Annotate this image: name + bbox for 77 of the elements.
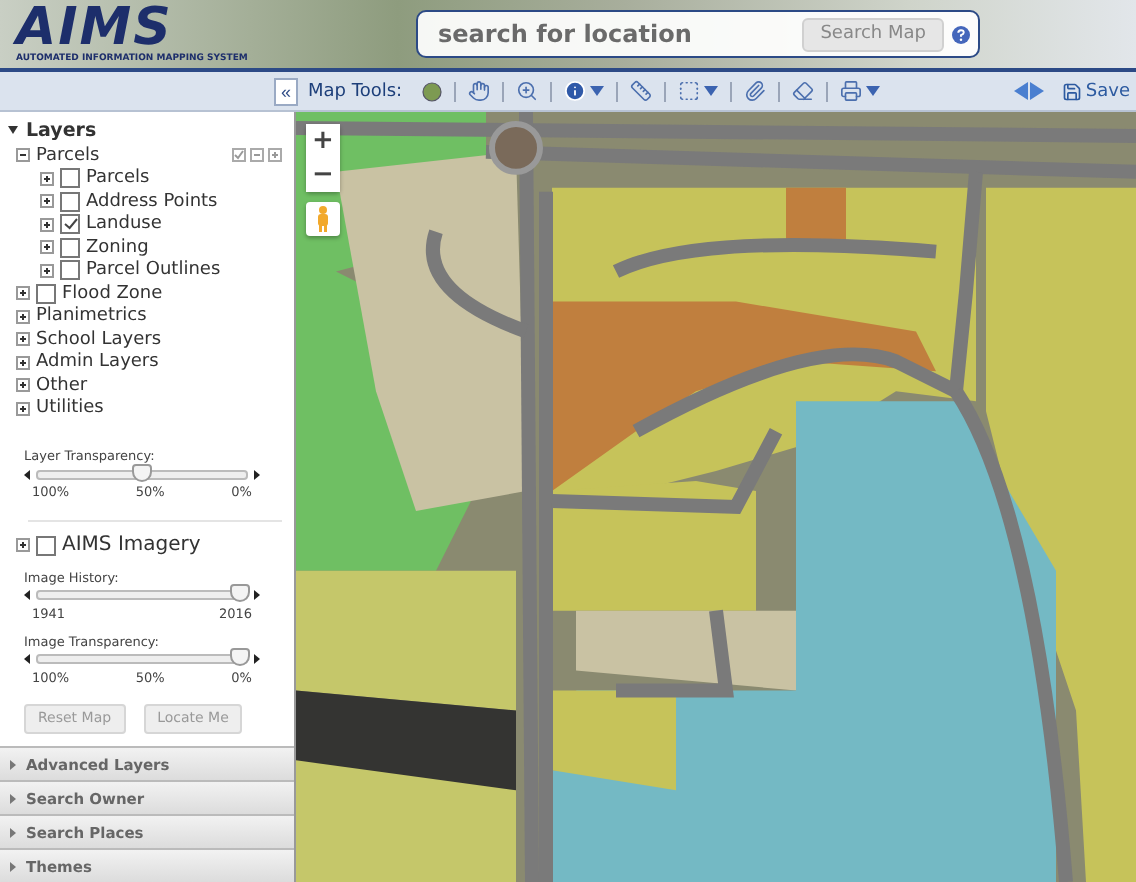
erase-button[interactable]	[792, 80, 815, 102]
zoom-in-button[interactable]: +	[306, 124, 340, 158]
checkbox[interactable]	[60, 191, 80, 212]
caret-icon	[866, 86, 881, 96]
slider-track[interactable]	[36, 469, 248, 479]
expand-icon[interactable]	[16, 538, 30, 553]
back-button[interactable]	[1013, 82, 1028, 100]
left-arrow-icon[interactable]	[24, 590, 30, 600]
map-drawing[interactable]	[296, 112, 1136, 882]
collapse-sidebar-button[interactable]: «	[274, 77, 298, 105]
slider-thumb[interactable]	[229, 584, 250, 602]
left-arrow-icon[interactable]	[24, 654, 30, 664]
expand-icon[interactable]	[16, 332, 30, 347]
layer-label[interactable]: Address Points	[86, 191, 218, 212]
slider-track[interactable]	[36, 654, 248, 664]
slider-thumb[interactable]	[229, 648, 250, 666]
slider-track[interactable]	[36, 590, 248, 600]
measure-button[interactable]	[630, 80, 653, 102]
expand-icon[interactable]	[16, 401, 30, 416]
print-button[interactable]	[840, 80, 881, 102]
expand-icon[interactable]	[40, 194, 54, 209]
save-button[interactable]: Save	[1055, 81, 1136, 101]
checkbox[interactable]	[60, 260, 80, 281]
globe-button[interactable]	[422, 81, 443, 101]
layer-label[interactable]: Other	[36, 375, 88, 396]
link-button[interactable]	[744, 80, 767, 102]
forward-button[interactable]	[1029, 82, 1044, 100]
checkbox[interactable]	[36, 535, 56, 556]
check-all-icon[interactable]	[232, 148, 246, 163]
caret-icon	[10, 793, 16, 803]
caret-icon	[10, 827, 16, 837]
layer-label[interactable]: School Layers	[36, 329, 162, 350]
collapse-all-icon[interactable]	[250, 148, 264, 163]
layer-label[interactable]: Parcels	[36, 145, 100, 166]
right-arrow-icon[interactable]	[254, 590, 260, 600]
expand-icon[interactable]	[40, 217, 54, 232]
layer-label[interactable]: Flood Zone	[62, 283, 163, 304]
expand-icon[interactable]	[16, 309, 30, 324]
collapse-icon[interactable]	[16, 148, 30, 163]
right-arrow-icon[interactable]	[254, 654, 260, 664]
select-button[interactable]	[678, 80, 719, 102]
expand-all-icon[interactable]	[268, 148, 282, 163]
slider-thumb[interactable]	[132, 463, 152, 481]
caret-icon	[590, 86, 605, 96]
layer-label[interactable]: Admin Layers	[36, 352, 159, 373]
caret-icon	[10, 861, 16, 871]
expand-icon[interactable]	[16, 355, 30, 370]
layers-header[interactable]: Layers	[8, 118, 294, 144]
caret-icon	[8, 126, 18, 136]
caret-icon	[704, 86, 719, 96]
pan-button[interactable]	[468, 80, 491, 102]
logo-text: AIMS	[16, 2, 173, 54]
expand-icon[interactable]	[40, 263, 54, 278]
expand-icon[interactable]	[16, 286, 30, 301]
checkbox[interactable]	[60, 214, 80, 235]
checkbox[interactable]	[60, 237, 80, 258]
caret-icon	[10, 759, 16, 769]
help-icon[interactable]	[952, 25, 970, 43]
layer-label[interactable]: Planimetrics	[36, 306, 147, 327]
right-arrow-icon[interactable]	[254, 469, 260, 479]
layer-label[interactable]: Parcel Outlines	[86, 260, 221, 281]
person-icon	[316, 206, 330, 232]
zoom-button[interactable]	[516, 80, 539, 102]
zoom-out-button[interactable]: −	[306, 158, 340, 192]
checkbox[interactable]	[36, 283, 56, 304]
expand-icon[interactable]	[16, 378, 30, 393]
identify-button[interactable]	[564, 80, 605, 102]
layer-label[interactable]: AIMS Imagery	[62, 534, 201, 557]
layer-label[interactable]: Zoning	[86, 237, 149, 258]
toolbar-label: Map Tools:	[308, 81, 403, 101]
expand-icon[interactable]	[40, 240, 54, 255]
layer-label[interactable]: Parcels	[86, 168, 150, 189]
expand-icon[interactable]	[40, 171, 54, 186]
layer-label[interactable]: Landuse	[86, 214, 162, 235]
left-arrow-icon[interactable]	[24, 469, 30, 479]
layer-label[interactable]: Utilities	[36, 398, 104, 419]
checkbox[interactable]	[60, 168, 80, 189]
